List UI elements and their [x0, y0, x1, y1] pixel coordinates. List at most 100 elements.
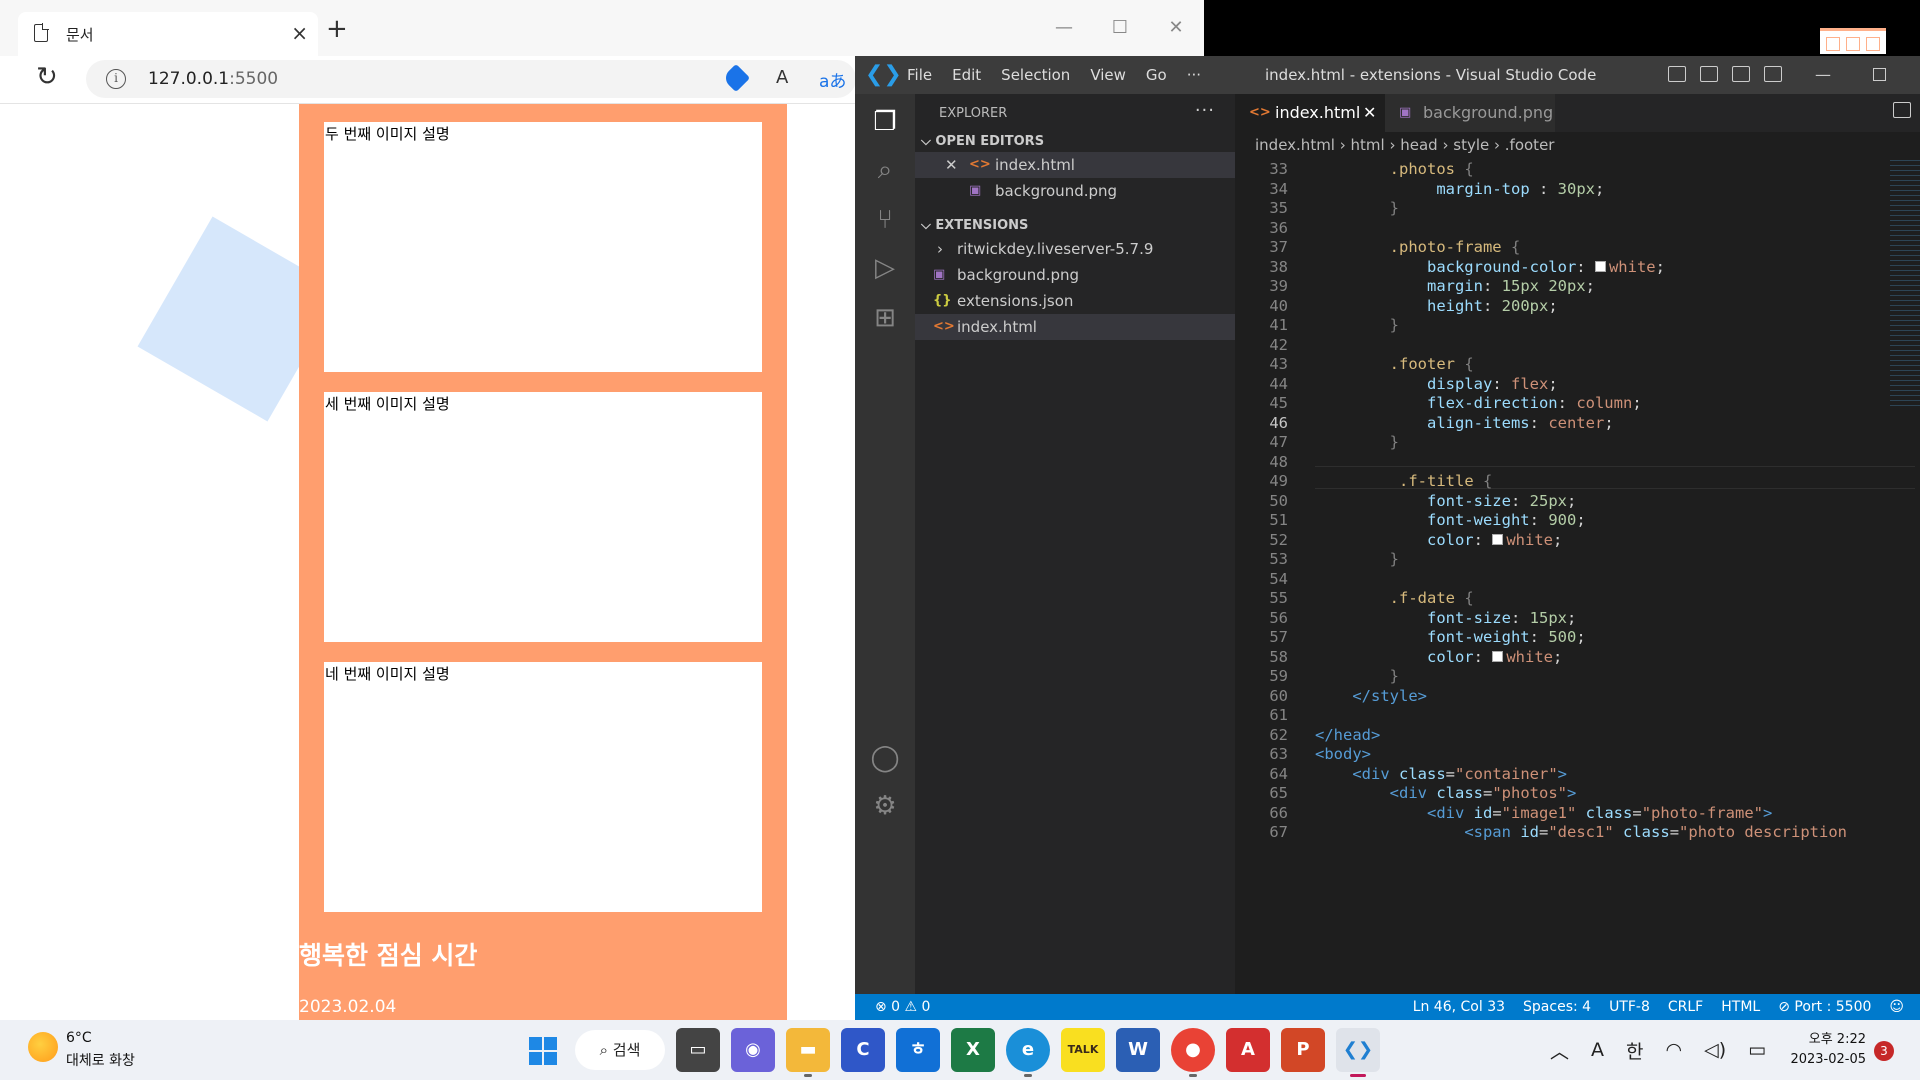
code-line[interactable]: font-size: 25px; — [1315, 492, 1576, 510]
color-swatch[interactable] — [1492, 533, 1504, 545]
color-swatch[interactable] — [1492, 650, 1504, 662]
code-line[interactable]: color: white; — [1315, 648, 1562, 666]
chat-icon[interactable]: ◉ — [731, 1028, 775, 1072]
breadcrumb-item[interactable]: .footer — [1505, 136, 1555, 154]
breadcrumb-item[interactable]: index.html — [1255, 136, 1335, 154]
window-thumbnail[interactable] — [1820, 28, 1886, 54]
code-line[interactable]: <span id="desc1" class="photo descriptio… — [1315, 823, 1847, 841]
cursor-position[interactable]: Ln 46, Col 33 — [1413, 994, 1505, 1020]
code-line[interactable]: } — [1315, 199, 1399, 217]
chevron-up-icon[interactable]: ︿ — [1550, 1037, 1569, 1064]
acrobat-icon[interactable]: A — [1226, 1028, 1270, 1072]
open-editor-item[interactable]: ▣ background.png — [915, 178, 1235, 204]
weather-temperature[interactable]: 6°C — [66, 1030, 92, 1046]
excel-icon[interactable]: X — [951, 1028, 995, 1072]
code-line[interactable]: flex-direction: column; — [1315, 394, 1642, 412]
code-line[interactable]: .photo-frame { — [1315, 238, 1521, 256]
menu-go[interactable]: Go — [1146, 56, 1167, 94]
language-mode[interactable]: HTML — [1721, 994, 1760, 1020]
code-line[interactable]: color: white; — [1315, 531, 1562, 549]
close-tab-icon[interactable]: ✕ — [1363, 94, 1376, 132]
url-text[interactable]: 127.0.0.1:5500 — [148, 69, 278, 89]
maximize-button[interactable]: ☐ — [1092, 0, 1148, 56]
read-aloud-icon[interactable]: A — [776, 67, 788, 88]
file-explorer-icon[interactable]: ▬ — [786, 1028, 830, 1077]
breadcrumb-item[interactable]: html — [1351, 136, 1385, 154]
hancom-icon[interactable]: ㅎ — [896, 1028, 940, 1072]
code-line[interactable]: } — [1315, 550, 1399, 568]
menu-file[interactable]: File — [907, 56, 932, 94]
new-tab-button[interactable]: + — [326, 14, 348, 44]
task-view-icon[interactable]: ▭ — [676, 1028, 720, 1072]
tree-item-folder[interactable]: › ritwickdey.liveserver-5.7.9 — [915, 236, 1235, 262]
search-icon[interactable]: ⌕ — [867, 152, 903, 188]
taskbar-search[interactable]: ⌕ 검색 — [575, 1030, 665, 1070]
code-line[interactable]: margin-top : 30px; — [1315, 180, 1604, 198]
vscode-taskbar-icon[interactable]: ❮❯ — [1336, 1028, 1380, 1077]
problems-indicator[interactable]: ⊗ 0 ⚠ 0 — [875, 994, 930, 1020]
battery-icon[interactable]: ▭ — [1748, 1039, 1766, 1061]
menu-more[interactable]: ··· — [1187, 56, 1201, 94]
chrome-icon[interactable]: ● — [1171, 1028, 1215, 1077]
code-line[interactable]: .photos { — [1315, 160, 1474, 178]
weather-condition[interactable]: 대체로 화창 — [66, 1050, 135, 1070]
toggle-secondary-sidebar-icon[interactable] — [1732, 66, 1750, 82]
toggle-panel-icon[interactable] — [1700, 66, 1718, 82]
code-line[interactable]: background-color: white; — [1315, 258, 1665, 276]
menu-view[interactable]: View — [1090, 56, 1126, 94]
code-line[interactable]: font-weight: 900; — [1315, 511, 1586, 529]
price-tag-icon[interactable] — [721, 63, 751, 93]
code-line[interactable]: } — [1315, 316, 1399, 334]
extensions-folder-header[interactable]: ⌵ EXTENSIONS — [921, 218, 1028, 233]
menu-selection[interactable]: Selection — [1001, 56, 1070, 94]
browser-tab[interactable]: 문서 × — [18, 12, 318, 56]
code-line[interactable]: } — [1315, 433, 1399, 451]
menu-edit[interactable]: Edit — [952, 56, 981, 94]
code-line[interactable]: <div id="image1" class="photo-frame"> — [1315, 804, 1772, 822]
powerpoint-icon[interactable]: P — [1281, 1028, 1325, 1072]
kakaotalk-icon[interactable]: TALK — [1061, 1028, 1105, 1072]
code-line[interactable]: align-items: center; — [1315, 414, 1614, 432]
breadcrumb-item[interactable]: head — [1400, 136, 1437, 154]
close-window-button[interactable]: ✕ — [1148, 0, 1204, 56]
live-server-port[interactable]: ⊘ Port : 5500 — [1778, 994, 1871, 1020]
code-line[interactable]: height: 200px; — [1315, 297, 1558, 315]
customize-layout-icon[interactable] — [1764, 66, 1782, 82]
address-bar[interactable]: i 127.0.0.1:5500 A aあ — [86, 60, 856, 98]
minimize-button[interactable]: — — [1036, 0, 1092, 56]
code-line[interactable]: <div class="photos"> — [1315, 784, 1577, 802]
wifi-icon[interactable]: ◠ — [1666, 1039, 1683, 1061]
ime-indicator[interactable]: 한 — [1626, 1037, 1643, 1064]
code-line[interactable]: <body> — [1315, 745, 1371, 763]
split-editor-icon[interactable] — [1893, 102, 1911, 118]
weather-icon[interactable] — [28, 1032, 58, 1062]
extensions-icon[interactable]: ⊞ — [867, 300, 903, 336]
reload-icon[interactable]: ↻ — [36, 62, 58, 92]
code-line[interactable]: <div class="container"> — [1315, 765, 1567, 783]
code-editor[interactable]: 33 .photos {34 margin-top : 30px; 35 } 36 3… — [1235, 158, 1920, 994]
end-of-line[interactable]: CRLF — [1668, 994, 1703, 1020]
explorer-more-icon[interactable]: ··· — [1195, 100, 1215, 121]
font-icon[interactable]: A — [1591, 1039, 1604, 1061]
code-line[interactable]: font-size: 15px; — [1315, 609, 1576, 627]
code-line[interactable]: .f-title { — [1315, 472, 1492, 490]
vscode-maximize-button[interactable] — [1873, 68, 1886, 81]
tree-item-file[interactable]: ▣ background.png — [915, 262, 1235, 288]
app-icon[interactable]: C — [841, 1028, 885, 1072]
vscode-minimize-button[interactable]: — — [1815, 56, 1831, 94]
source-control-icon[interactable]: ⑂ — [867, 202, 903, 238]
code-line[interactable]: font-weight: 500; — [1315, 628, 1586, 646]
toggle-sidebar-icon[interactable] — [1668, 66, 1686, 82]
breadcrumb-item[interactable]: style — [1453, 136, 1489, 154]
close-editor-icon[interactable]: ✕ — [945, 152, 958, 178]
editor-tab-background-png[interactable]: ▣ background.png — [1385, 94, 1555, 132]
explorer-icon[interactable]: ❐ — [867, 104, 903, 140]
feedback-icon[interactable]: ☺ — [1889, 994, 1904, 1020]
settings-gear-icon[interactable]: ⚙ — [867, 788, 903, 824]
encoding[interactable]: UTF-8 — [1609, 994, 1650, 1020]
translate-icon[interactable]: aあ — [819, 67, 846, 92]
code-line[interactable]: } — [1315, 667, 1399, 685]
word-icon[interactable]: W — [1116, 1028, 1160, 1072]
color-swatch[interactable] — [1594, 260, 1606, 272]
open-editor-item[interactable]: ✕ <> index.html — [915, 152, 1235, 178]
